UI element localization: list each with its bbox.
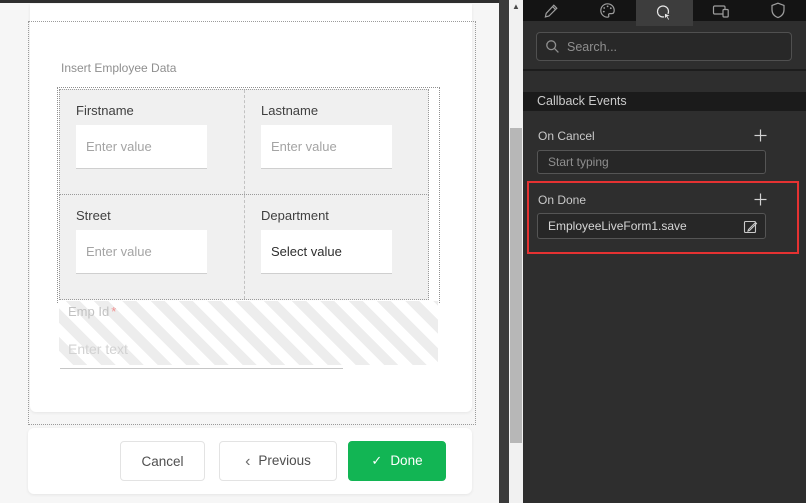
devices-icon bbox=[712, 3, 730, 19]
tab-responsive[interactable] bbox=[693, 0, 750, 21]
chevron-left-icon: ‹ bbox=[245, 453, 250, 470]
cancel-button[interactable]: Cancel bbox=[120, 441, 205, 481]
canvas-top-strip bbox=[0, 0, 499, 3]
pencil-icon bbox=[543, 3, 559, 19]
app-builder-window: Insert Employee Data Firstname Lastname … bbox=[0, 0, 806, 503]
empid-hidden-field[interactable]: Emp Id* Enter text bbox=[59, 301, 438, 365]
tab-actions[interactable] bbox=[636, 0, 693, 26]
empid-placeholder: Enter text bbox=[68, 341, 128, 357]
empid-underline bbox=[60, 368, 343, 369]
checkmark-icon: ✓ bbox=[371, 453, 382, 468]
lastname-input[interactable] bbox=[261, 125, 392, 169]
empid-label: Emp Id* bbox=[68, 304, 116, 319]
palette-icon bbox=[599, 2, 616, 19]
department-select[interactable]: Select value bbox=[261, 230, 392, 274]
firstname-input[interactable] bbox=[76, 125, 207, 169]
field-label: Lastname bbox=[261, 103, 318, 118]
field-firstname[interactable]: Firstname bbox=[60, 90, 244, 194]
edit-action-button[interactable] bbox=[739, 216, 761, 236]
edit-icon bbox=[743, 219, 758, 234]
form-row-2[interactable]: Street Department Select value bbox=[59, 194, 429, 300]
tab-security[interactable] bbox=[749, 0, 806, 21]
cursor-click-icon bbox=[655, 4, 673, 22]
on-done-input[interactable] bbox=[537, 213, 766, 239]
previous-button[interactable]: ‹Previous bbox=[219, 441, 337, 481]
tab-edit[interactable] bbox=[523, 0, 580, 21]
scrollbar-thumb[interactable] bbox=[510, 128, 522, 443]
on-done-label: On Done bbox=[538, 193, 586, 207]
on-cancel-label: On Cancel bbox=[538, 129, 595, 143]
field-lastname[interactable]: Lastname bbox=[244, 90, 428, 194]
on-cancel-input[interactable] bbox=[537, 150, 766, 174]
search-input[interactable] bbox=[567, 33, 787, 60]
field-department[interactable]: Department Select value bbox=[244, 195, 428, 299]
inspector-panel: Callback Events On Cancel On Done bbox=[523, 0, 806, 503]
plus-icon bbox=[753, 192, 768, 207]
inspector-tabbar bbox=[523, 0, 806, 26]
tab-style[interactable] bbox=[580, 0, 637, 21]
plus-icon bbox=[753, 128, 768, 143]
canvas-edge-strip bbox=[499, 0, 509, 503]
scrollbar-up-arrow[interactable]: ▲ bbox=[509, 1, 523, 13]
field-label: Department bbox=[261, 208, 329, 223]
search-icon bbox=[545, 39, 560, 59]
add-on-cancel-button[interactable] bbox=[753, 128, 768, 143]
form-title: Insert Employee Data bbox=[61, 61, 176, 75]
search-box bbox=[536, 32, 792, 61]
required-asterisk: * bbox=[111, 304, 116, 319]
callback-events-header: Callback Events bbox=[523, 92, 806, 111]
field-label: Street bbox=[76, 208, 111, 223]
field-label: Firstname bbox=[76, 103, 134, 118]
street-input[interactable] bbox=[76, 230, 207, 274]
shield-icon bbox=[770, 2, 786, 19]
panel-divider bbox=[523, 69, 806, 71]
field-street[interactable]: Street bbox=[60, 195, 244, 299]
add-on-done-button[interactable] bbox=[753, 192, 768, 207]
form-row-1[interactable]: Firstname Lastname bbox=[59, 89, 429, 195]
done-button[interactable]: ✓Done bbox=[348, 441, 446, 481]
